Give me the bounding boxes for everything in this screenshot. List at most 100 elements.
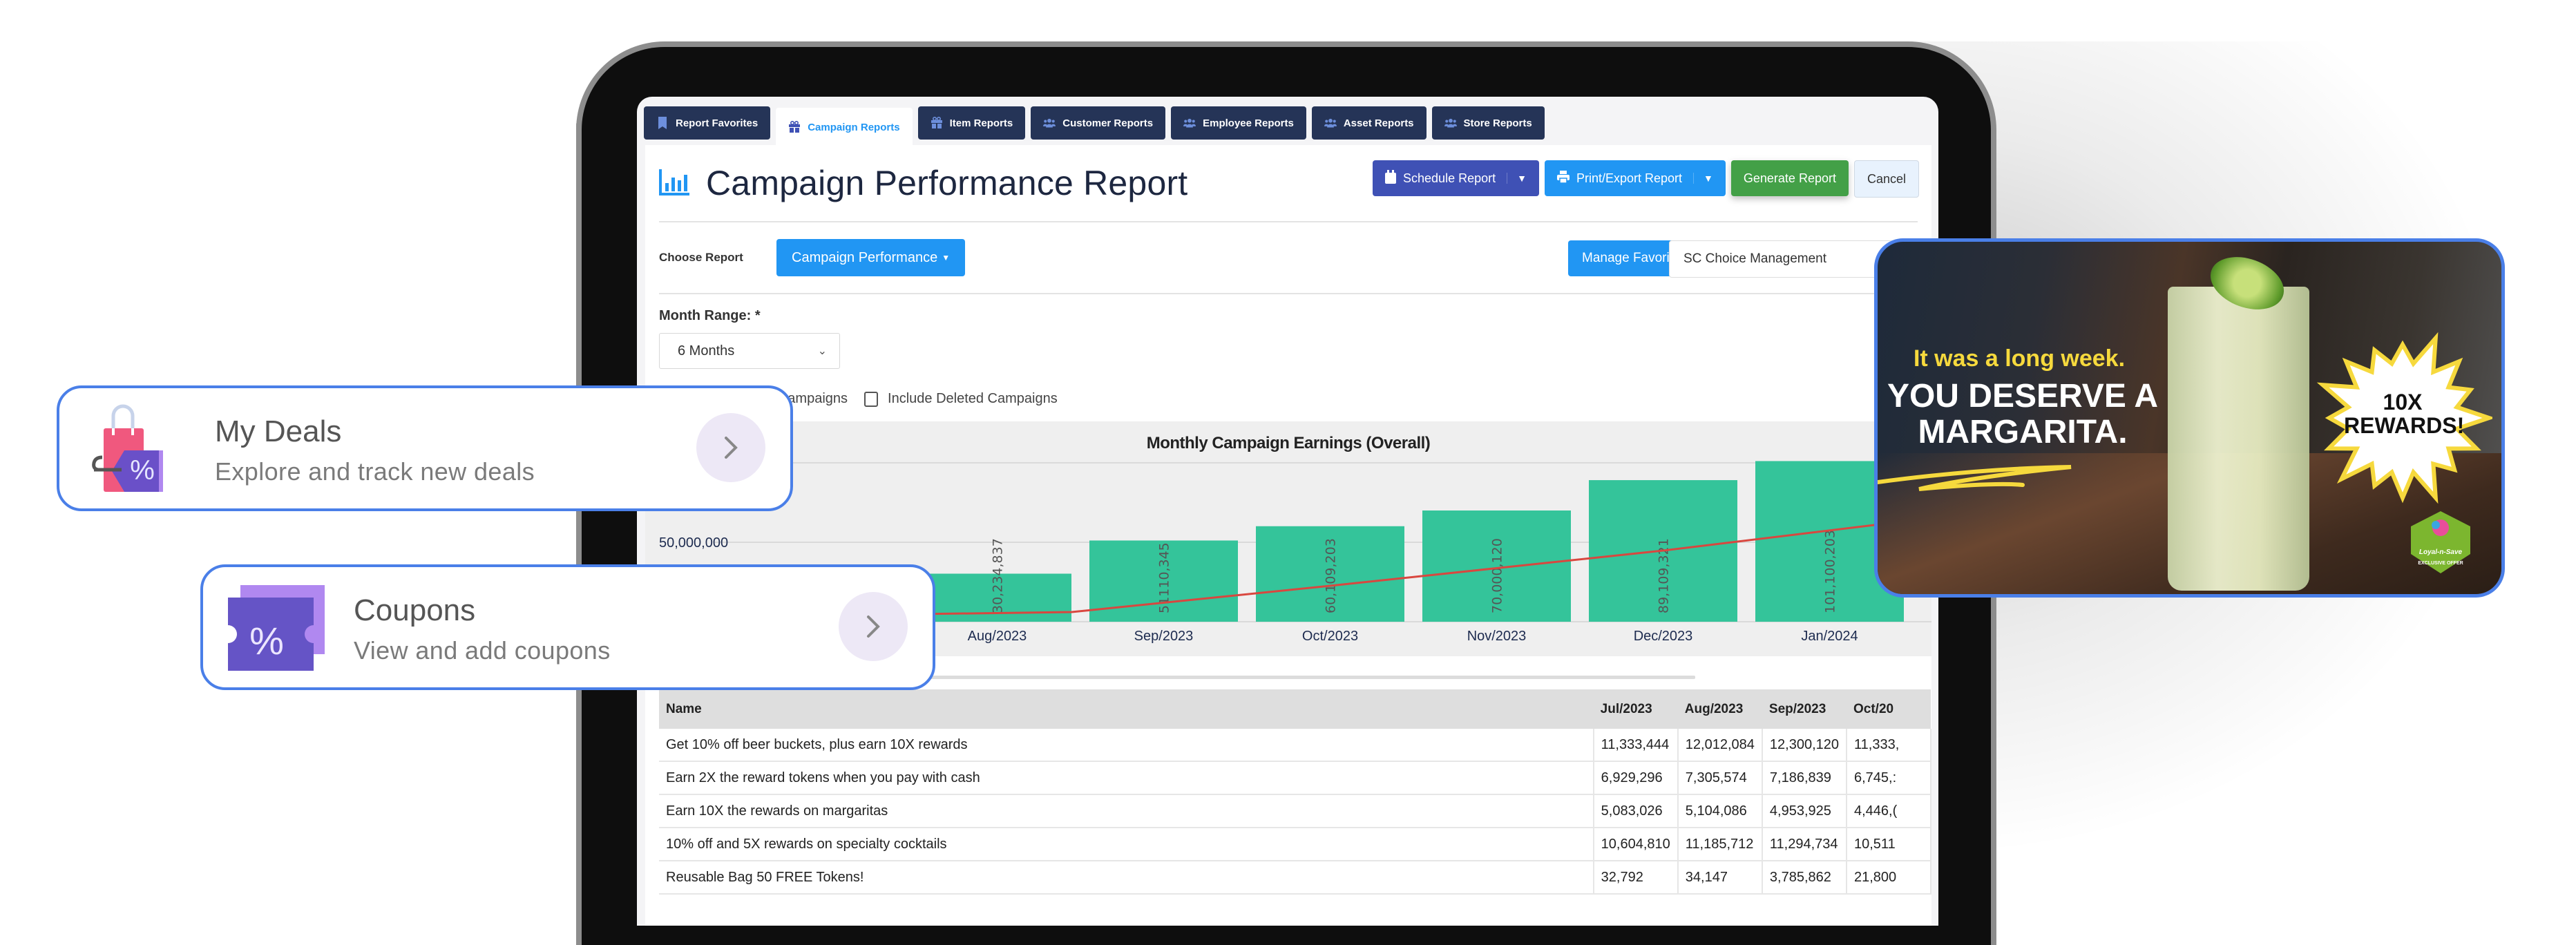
underline-scribble-icon — [1878, 465, 2072, 491]
earnings-cell: 6,929,296 — [1593, 761, 1679, 795]
burst-line: 10X — [2383, 390, 2423, 414]
my-deals-arrow-button[interactable] — [696, 413, 765, 482]
svg-text:%: % — [249, 619, 284, 662]
earnings-cell: 5,083,026 — [1593, 794, 1679, 828]
bar-chart-icon — [659, 169, 689, 197]
users-icon — [1324, 117, 1337, 129]
bar-value-label: 30,234,837 — [991, 538, 1006, 613]
campaign-name-cell: 10% off and 5X rewards on specialty cock… — [659, 828, 1594, 861]
earnings-cell: 11,294,734 — [1762, 828, 1848, 861]
tab-campaign-reports[interactable]: Campaign Reports — [776, 108, 913, 146]
coupons-arrow-button[interactable] — [839, 592, 908, 661]
earnings-cell: 4,446,( — [1847, 794, 1931, 828]
margarita-promo-banner[interactable]: It was a long week. YOU DESERVE A MARGAR… — [1874, 238, 2505, 598]
caret-down-icon: ▼ — [942, 253, 951, 262]
print-export-label: Print/Export Report — [1576, 171, 1683, 185]
my-deals-card[interactable]: % My Deals Explore and track new deals — [57, 385, 793, 511]
promo-tagline: It was a long week. — [1913, 345, 2126, 372]
tab-customer-reports[interactable]: Customer Reports — [1031, 106, 1166, 140]
tab-asset-reports[interactable]: Asset Reports — [1311, 106, 1427, 140]
page-header: Campaign Performance Report — [659, 159, 1187, 207]
tab-report-favorites[interactable]: Report Favorites — [644, 106, 771, 140]
chevron-down-icon[interactable]: ▼ — [1507, 173, 1527, 184]
earnings-cell: 5,104,086 — [1677, 794, 1763, 828]
chevron-down-icon[interactable]: ▼ — [1693, 173, 1713, 184]
month-range-value: 6 Months — [678, 343, 735, 359]
column-header-month[interactable]: Aug/2023 — [1677, 689, 1762, 729]
earnings-cell: 11,185,712 — [1677, 828, 1763, 861]
users-icon — [1444, 117, 1457, 129]
x-tick-label: Nov/2023 — [1467, 629, 1527, 644]
column-header-month[interactable]: Sep/2023 — [1762, 689, 1847, 729]
table-row[interactable]: Earn 2X the reward tokens when you pay w… — [659, 761, 1931, 795]
tab-label: Item Reports — [949, 117, 1013, 129]
bookmark-icon — [656, 117, 669, 129]
table-header-row: Name Jul/2023 Aug/2023 Sep/2023 Oct/20 — [659, 689, 1931, 729]
tablet-side-button — [576, 122, 582, 184]
tab-label: Report Favorites — [676, 117, 759, 129]
page-title: Campaign Performance Report — [706, 164, 1188, 202]
table-row[interactable]: Earn 10X the rewards on margaritas 5,083,… — [659, 794, 1931, 828]
coupons-title: Coupons — [354, 593, 476, 627]
report-tabs: Report Favorites Campaign Reports Item R… — [644, 106, 1545, 146]
schedule-report-label: Schedule Report — [1403, 171, 1496, 185]
table-row[interactable]: Get 10% off beer buckets, plus earn 10X … — [659, 729, 1931, 762]
choose-report-label: Choose Report — [659, 251, 743, 264]
x-tick-label: Oct/2023 — [1302, 629, 1358, 644]
schedule-report-button[interactable]: Schedule Report ▼ — [1373, 160, 1539, 196]
earnings-cell: 7,186,839 — [1762, 761, 1848, 795]
print-export-button[interactable]: Print/Export Report ▼ — [1544, 160, 1726, 196]
earnings-cell: 34,147 — [1677, 861, 1763, 895]
tab-employee-reports[interactable]: Employee Reports — [1171, 106, 1306, 140]
calendar-icon — [1385, 169, 1397, 187]
coupons-card[interactable]: % Coupons View and add coupons — [200, 564, 935, 690]
column-header-month[interactable]: Oct/20 — [1847, 689, 1931, 729]
campaign-name-cell: Earn 2X the reward tokens when you pay w… — [659, 761, 1594, 795]
earnings-cell: 21,800 — [1847, 861, 1931, 895]
campaign-name-cell: Reusable Bag 50 FREE Tokens! — [659, 861, 1594, 895]
bar-value-label: 101,100,203 — [1823, 530, 1838, 613]
tab-item-reports[interactable]: Item Reports — [917, 106, 1026, 140]
chevron-right-icon — [867, 615, 880, 638]
promo-headline-line: YOU DESERVE A — [1887, 378, 2159, 414]
deleted-campaigns-label: Include Deleted Campaigns — [888, 391, 1058, 406]
users-icon — [1183, 117, 1196, 129]
report-panel: Campaign Performance Report Schedule Rep… — [645, 145, 1938, 926]
table-row[interactable]: Reusable Bag 50 FREE Tokens! 32,792 34,147… — [659, 861, 1931, 895]
x-tick-label: Dec/2023 — [1634, 629, 1693, 644]
campaign-name-cell: Get 10% off beer buckets, plus earn 10X … — [659, 729, 1594, 762]
shopping-bag-tag-icon: % — [92, 404, 163, 492]
earnings-cell: 12,300,120 — [1762, 729, 1848, 762]
bar-value-label: 70,000,120 — [1490, 538, 1505, 613]
badge-brand: Loyal-n-Save — [2418, 548, 2463, 556]
earnings-cell: 7,305,574 — [1677, 761, 1763, 795]
x-tick-label: Sep/2023 — [1134, 629, 1194, 644]
campaign-name-cell: Earn 10X the rewards on margaritas — [659, 794, 1594, 828]
column-header-name[interactable]: Name — [659, 689, 1594, 729]
divider — [659, 293, 1918, 294]
cancel-button[interactable]: Cancel — [1853, 160, 1919, 198]
earnings-cell: 11,333, — [1847, 729, 1931, 762]
chevron-down-icon: ⌄ — [817, 345, 827, 357]
printer-icon — [1556, 170, 1570, 187]
x-tick-label: Jan/2024 — [1801, 629, 1858, 644]
deleted-campaigns-checkbox[interactable] — [864, 391, 879, 407]
svg-text:%: % — [130, 455, 155, 486]
month-range-select[interactable]: 6 Months ⌄ — [659, 333, 840, 369]
badge-offer: EXCLUSIVE OFFER — [2418, 561, 2463, 566]
column-header-month[interactable]: Jul/2023 — [1593, 689, 1678, 729]
earnings-cell: 32,792 — [1593, 861, 1679, 895]
tablet-volume-button — [753, 41, 799, 47]
tab-store-reports[interactable]: Store Reports — [1431, 106, 1545, 140]
coupon-ticket-icon: % — [228, 585, 325, 671]
table-row[interactable]: 10% off and 5X rewards on specialty cock… — [659, 828, 1931, 861]
chevron-right-icon — [725, 437, 738, 459]
choose-report-dropdown[interactable]: Campaign Performance ▼ — [776, 239, 966, 276]
earnings-cell: 3,785,862 — [1762, 861, 1848, 895]
generate-report-button[interactable]: Generate Report — [1730, 160, 1849, 196]
earnings-cell: 11,333,444 — [1593, 729, 1679, 762]
earnings-cell: 10,604,810 — [1593, 828, 1679, 861]
choose-report-value: Campaign Performance — [792, 249, 938, 265]
gift-icon — [931, 117, 943, 129]
earnings-cell: 4,953,925 — [1762, 794, 1848, 828]
